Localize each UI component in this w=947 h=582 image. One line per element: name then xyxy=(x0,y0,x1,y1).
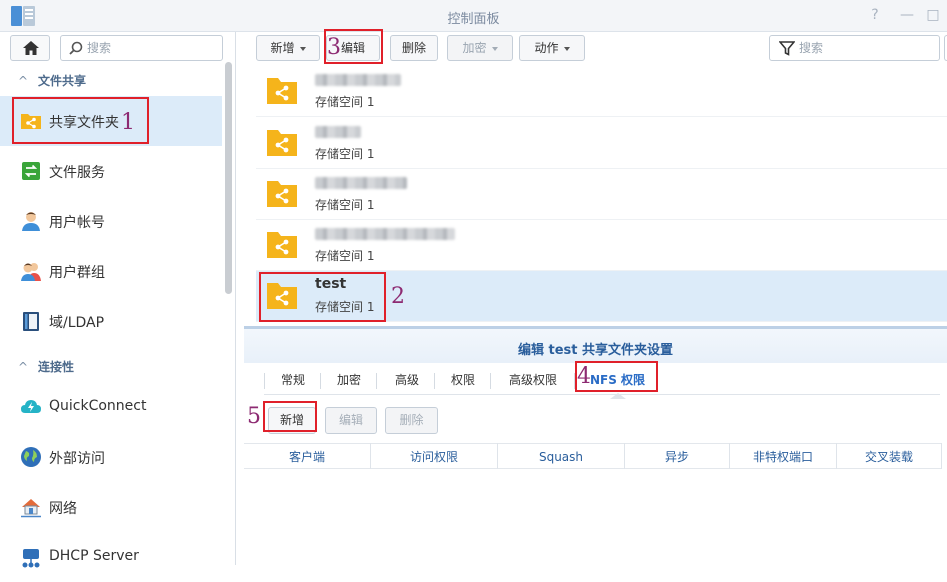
sidebar-item-label: 用户帐号 xyxy=(49,215,105,231)
home-icon xyxy=(23,41,39,55)
tab-advanced[interactable]: 高级 xyxy=(395,371,419,388)
annotation-number-1: 1 xyxy=(121,110,135,135)
folder-storage: 存储空间 1 xyxy=(315,147,375,161)
annotation-number-2: 2 xyxy=(391,284,405,309)
user-group-icon xyxy=(21,263,41,281)
home-button[interactable] xyxy=(10,35,50,61)
folder-row[interactable]: 存储空间 1 xyxy=(256,169,947,220)
user-icon xyxy=(22,212,40,231)
search-icon xyxy=(69,41,83,55)
sidebar-item-label: 用户群组 xyxy=(49,265,105,281)
sidebar-item-dhcp-server[interactable]: DHCP Server xyxy=(0,532,222,582)
delete-button[interactable]: 删除 xyxy=(390,35,438,61)
sidebar-item-network[interactable]: 网络 xyxy=(0,482,222,532)
left-search-box[interactable] xyxy=(60,35,223,61)
sidebar-item-label: 文件服务 xyxy=(49,165,105,181)
column-header-squash[interactable]: Squash xyxy=(498,443,624,469)
encrypt-button[interactable]: 加密 xyxy=(447,35,513,61)
folder-row[interactable]: 存储空间 1 xyxy=(256,118,947,169)
title-bar: 控制面板 ? — □ xyxy=(0,0,947,32)
annotation-number-4: 4 xyxy=(577,364,591,389)
shared-folder-icon xyxy=(267,181,297,207)
column-header-nonprivileged-port[interactable]: 非特权端口 xyxy=(730,443,836,469)
sidebar-item-user-accounts[interactable]: 用户帐号 xyxy=(0,196,222,246)
folder-name-redacted xyxy=(315,226,455,242)
domain-ldap-icon xyxy=(23,312,39,331)
tab-general[interactable]: 常规 xyxy=(281,371,305,388)
tab-advanced-permissions[interactable]: 高级权限 xyxy=(509,371,557,388)
folder-storage: 存储空间 1 xyxy=(315,198,375,212)
caret-down-icon xyxy=(563,46,570,51)
dialog-header: 编辑 test 共享文件夹设置 xyxy=(244,329,947,363)
create-button[interactable]: 新增 xyxy=(256,35,320,61)
globe-icon xyxy=(21,447,41,467)
sidebar-item-domain-ldap[interactable]: 域/LDAP xyxy=(0,296,222,346)
dialog-title: 编辑 test 共享文件夹设置 xyxy=(517,343,674,358)
filter-icon xyxy=(779,41,795,56)
folder-storage: 存储空间 1 xyxy=(315,95,375,109)
column-header-client[interactable]: 客户端 xyxy=(244,443,370,469)
window-title: 控制面板 xyxy=(447,12,500,27)
shared-folder-icon xyxy=(267,78,297,104)
help-icon[interactable]: ? xyxy=(866,6,884,24)
column-header-cross-mount[interactable]: 交叉装载 xyxy=(837,443,941,469)
caret-down-icon xyxy=(491,46,498,51)
sidebar-item-label: 外部访问 xyxy=(49,451,105,467)
main-search-input[interactable] xyxy=(799,39,929,57)
folder-name-redacted xyxy=(315,175,407,191)
active-tab-pointer xyxy=(610,393,626,399)
section-file-sharing[interactable]: ^ 文件共享 xyxy=(18,72,86,89)
nfs-delete-button[interactable]: 删除 xyxy=(385,407,438,434)
chevron-up-icon: ^ xyxy=(18,74,29,88)
folder-row[interactable]: 存储空间 1 xyxy=(256,66,947,117)
nfs-edit-button[interactable]: 编辑 xyxy=(325,407,377,434)
action-button[interactable]: 动作 xyxy=(519,35,585,61)
annotation-number-3: 3 xyxy=(327,35,341,60)
sidebar-item-file-services[interactable]: 文件服务 xyxy=(0,146,222,196)
sidebar-item-label: 网络 xyxy=(49,501,77,517)
column-header-access[interactable]: 访问权限 xyxy=(371,443,497,469)
shared-folder-icon xyxy=(267,130,297,156)
chevron-up-icon: ^ xyxy=(18,360,29,374)
section-connectivity[interactable]: ^ 连接性 xyxy=(18,358,74,375)
left-search-input[interactable] xyxy=(87,39,217,57)
left-scrollbar[interactable] xyxy=(225,62,232,294)
sidebar-item-label: DHCP Server xyxy=(49,548,139,564)
folder-name-redacted xyxy=(315,72,401,88)
tab-encryption[interactable]: 加密 xyxy=(337,371,361,388)
tab-permissions[interactable]: 权限 xyxy=(451,371,475,388)
annotation-number-5: 5 xyxy=(247,404,261,429)
minimize-icon[interactable]: — xyxy=(898,6,916,24)
sidebar-item-label: 域/LDAP xyxy=(49,315,105,331)
sidebar-item-user-groups[interactable]: 用户群组 xyxy=(0,246,222,296)
folder-row[interactable]: 存储空间 1 xyxy=(256,220,947,271)
folder-name-redacted xyxy=(315,124,361,140)
annotation-box-2 xyxy=(259,272,386,322)
main-search-box[interactable] xyxy=(769,35,940,61)
maximize-icon[interactable]: □ xyxy=(924,6,942,24)
file-services-icon xyxy=(22,162,40,180)
caret-down-icon xyxy=(299,46,306,51)
folder-storage: 存储空间 1 xyxy=(315,249,375,263)
column-header-async[interactable]: 异步 xyxy=(625,443,729,469)
network-icon xyxy=(21,499,41,518)
annotation-box-5 xyxy=(263,401,317,432)
sidebar-item-external-access[interactable]: 外部访问 xyxy=(0,432,222,482)
sidebar-item-quickconnect[interactable]: QuickConnect xyxy=(0,382,222,432)
shared-folder-icon xyxy=(267,232,297,258)
sidebar-item-label: QuickConnect xyxy=(49,398,147,414)
quickconnect-icon xyxy=(21,400,41,413)
